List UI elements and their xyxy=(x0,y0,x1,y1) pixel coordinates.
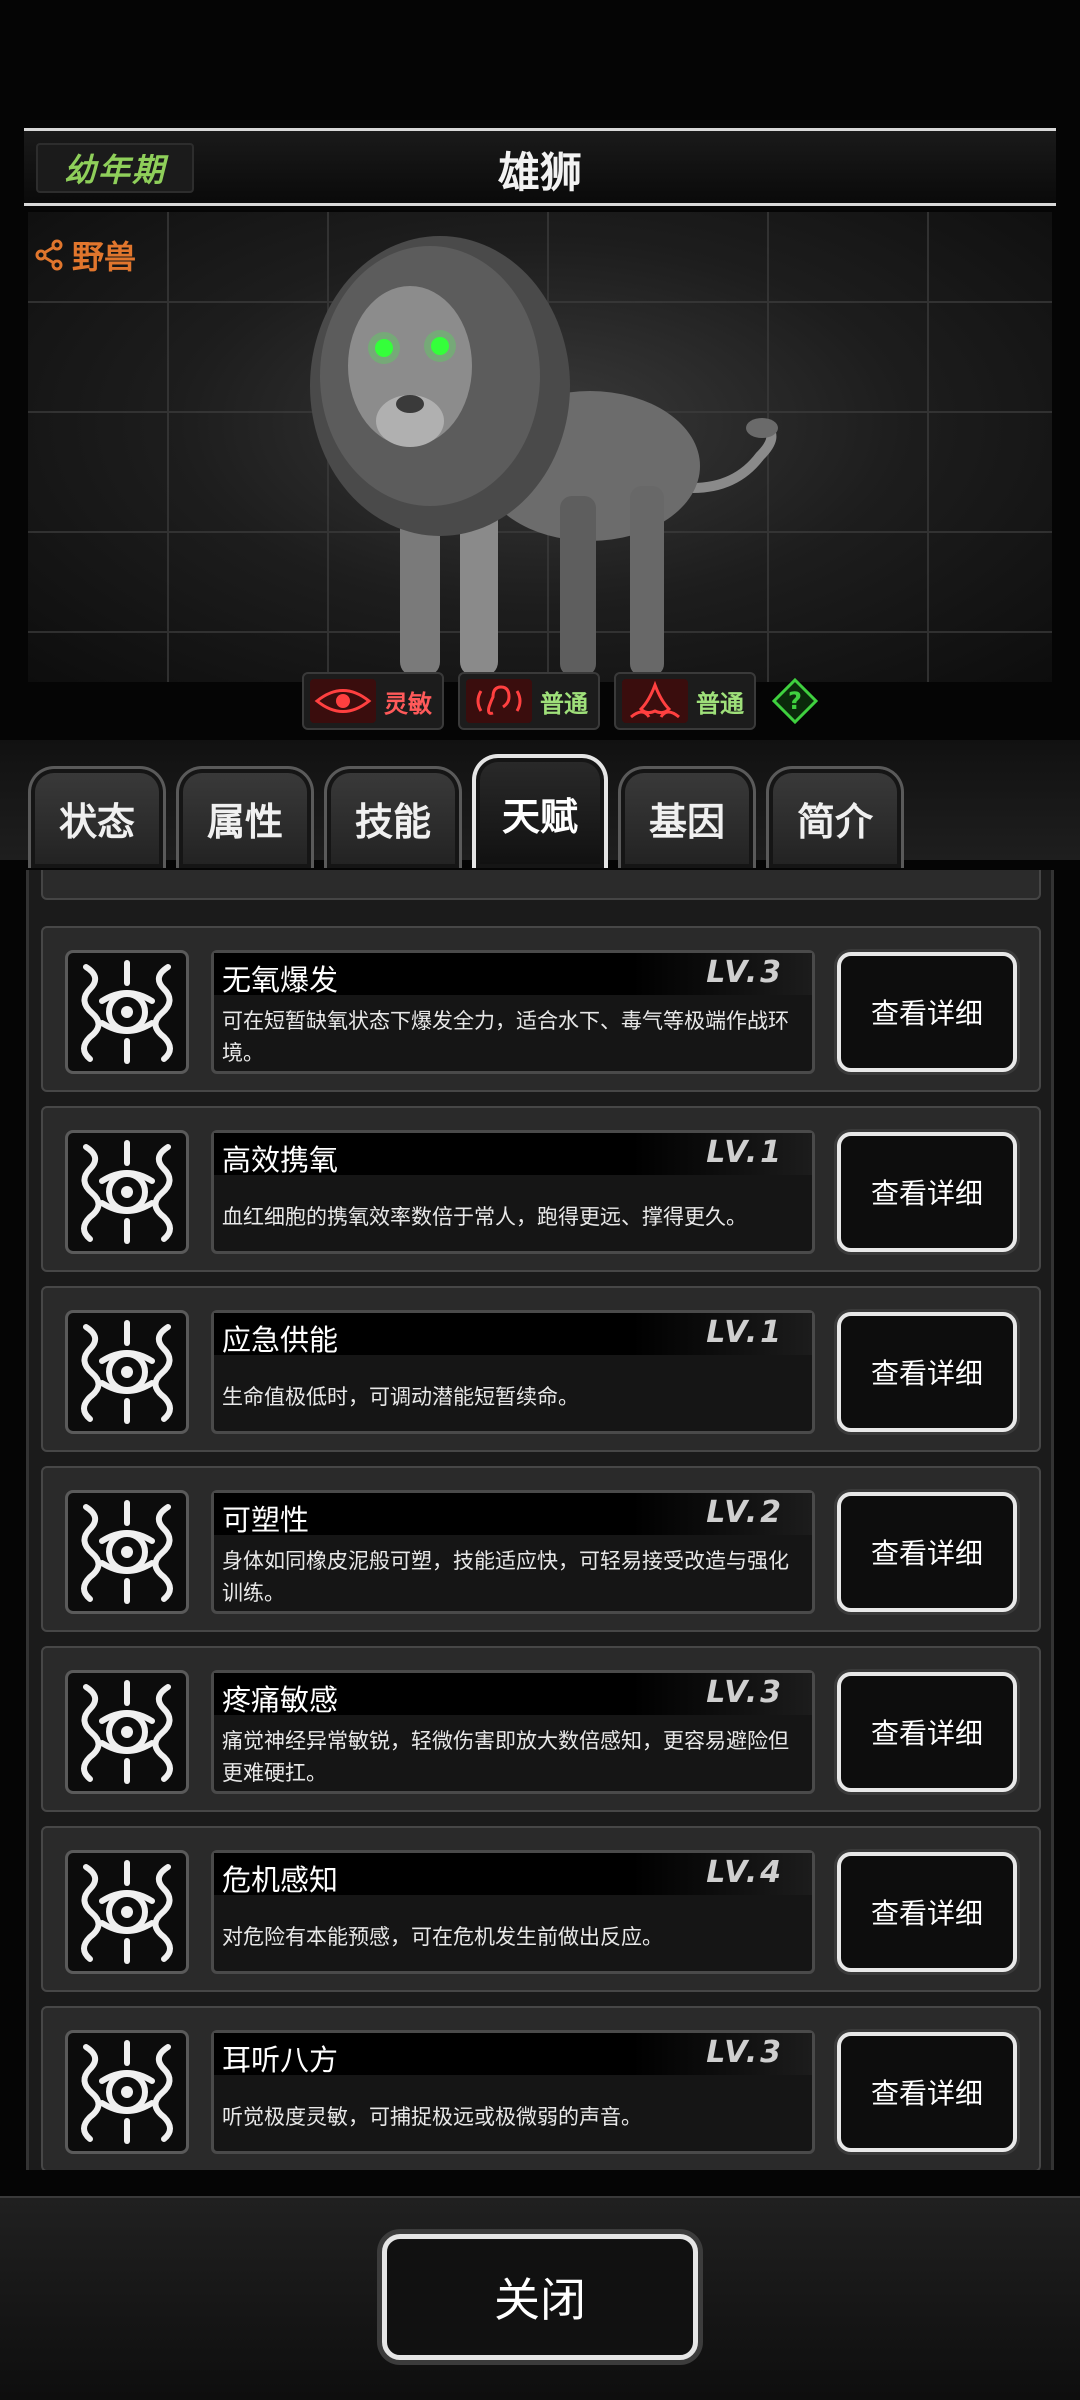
talent-name: 无氧爆发 xyxy=(222,963,339,997)
share-icon xyxy=(35,239,63,271)
talent-emblem-icon xyxy=(65,1490,189,1614)
talent-description: 身体如同橡皮泥般可塑，技能适应快，可轻易接受改造与强化训练。 xyxy=(222,1549,789,1605)
talent-card: 危机感知 LV.4 对危险有本能预感，可在危机发生前做出反应。 查看详细 xyxy=(41,1826,1041,1992)
tab-status[interactable]: 状态 xyxy=(28,766,166,868)
hearing-level: 普通 xyxy=(540,689,588,718)
close-button[interactable]: 关闭 xyxy=(382,2234,698,2360)
lion-illustration xyxy=(310,236,778,676)
talent-name: 应急供能 xyxy=(222,1323,339,1357)
talent-emblem-icon xyxy=(65,1130,189,1254)
view-details-button[interactable]: 查看详细 xyxy=(837,1672,1017,1792)
talent-level: LV.4 xyxy=(706,1855,784,1890)
category-label: 野兽 xyxy=(72,238,137,276)
smell-level: 普通 xyxy=(696,689,744,718)
talent-info: 危机感知 LV.4 对危险有本能预感，可在危机发生前做出反应。 xyxy=(211,1850,815,1974)
talent-emblem-icon xyxy=(65,1310,189,1434)
talent-name: 危机感知 xyxy=(222,1863,339,1897)
talent-header: 无氧爆发 LV.3 xyxy=(214,953,812,997)
talent-info: 可塑性 LV.2 身体如同橡皮泥般可塑，技能适应快，可轻易接受改造与强化训练。 xyxy=(211,1490,815,1614)
talent-header: 疼痛敏感 LV.3 xyxy=(214,1673,812,1717)
talent-info: 无氧爆发 LV.3 可在短暂缺氧状态下爆发全力，适合水下、毒气等极端作战环境。 xyxy=(211,950,815,1074)
talent-card: 可塑性 LV.2 身体如同橡皮泥般可塑，技能适应快，可轻易接受改造与强化训练。 … xyxy=(41,1466,1041,1632)
talent-description: 痛觉神经异常敏锐，轻微伤害即放大数倍感知，更容易避险但更难硬扛。 xyxy=(222,1729,789,1785)
nose-icon xyxy=(622,679,688,723)
view-details-button[interactable]: 查看详细 xyxy=(837,1312,1017,1432)
talent-level: LV.3 xyxy=(706,955,784,990)
talent-name: 可塑性 xyxy=(222,1503,310,1537)
talent-header: 高效携氧 LV.1 xyxy=(214,1133,812,1177)
talent-emblem-icon xyxy=(65,1670,189,1794)
talent-description: 听觉极度灵敏，可捕捉极远或极微弱的声音。 xyxy=(222,2105,642,2129)
talent-list[interactable]: 无氧爆发 LV.3 可在短暂缺氧状态下爆发全力，适合水下、毒气等极端作战环境。 … xyxy=(26,870,1054,2170)
title-bar: 幼年期 雄狮 xyxy=(24,128,1056,206)
view-details-button[interactable]: 查看详细 xyxy=(837,1492,1017,1612)
view-details-button[interactable]: 查看详细 xyxy=(837,1132,1017,1252)
talent-card: 无氧爆发 LV.3 可在短暂缺氧状态下爆发全力，适合水下、毒气等极端作战环境。 … xyxy=(41,926,1041,1092)
view-details-button[interactable]: 查看详细 xyxy=(837,952,1017,1072)
sense-badge-smell: 普通 xyxy=(614,672,756,730)
talent-emblem-icon xyxy=(65,1850,189,1974)
talent-card-partial xyxy=(41,870,1041,900)
category-link[interactable]: 野兽 xyxy=(34,232,136,278)
talent-header: 可塑性 LV.2 xyxy=(214,1493,812,1537)
talent-name: 耳听八方 xyxy=(222,2043,339,2077)
creature-detail-screen: 幼年期 雄狮 野兽 灵敏 普通 普通 ? 状态 属性 技能 天赋 基因 简介 无… xyxy=(0,0,1080,2400)
creature-name: 雄狮 xyxy=(497,148,582,197)
tab-skills[interactable]: 技能 xyxy=(324,766,462,868)
talent-name: 高效携氧 xyxy=(222,1143,339,1177)
tab-attributes[interactable]: 属性 xyxy=(176,766,314,868)
talent-header: 耳听八方 LV.3 xyxy=(214,2033,812,2077)
sense-badges: 灵敏 普通 普通 ? xyxy=(302,672,820,730)
talent-emblem-icon xyxy=(65,950,189,1074)
talent-description: 可在短暂缺氧状态下爆发全力，适合水下、毒气等极端作战环境。 xyxy=(222,1009,789,1065)
footer-bar: 关闭 xyxy=(0,2196,1080,2400)
talent-card: 疼痛敏感 LV.3 痛觉神经异常敏锐，轻微伤害即放大数倍感知，更容易避险但更难硬… xyxy=(41,1646,1041,1812)
question-icon: ? xyxy=(772,678,818,724)
talent-card: 高效携氧 LV.1 血红细胞的携氧效率数倍于常人，跑得更远、撑得更久。 查看详细 xyxy=(41,1106,1041,1272)
tab-intro[interactable]: 简介 xyxy=(766,766,904,868)
ear-icon xyxy=(466,679,532,723)
talent-level: LV.2 xyxy=(706,1495,784,1530)
svg-text:?: ? xyxy=(788,687,802,715)
sense-badge-vision: 灵敏 xyxy=(302,672,444,730)
vision-level: 灵敏 xyxy=(384,689,432,718)
tab-genes[interactable]: 基因 xyxy=(618,766,756,868)
sense-badge-hearing: 普通 xyxy=(458,672,600,730)
talent-info: 高效携氧 LV.1 血红细胞的携氧效率数倍于常人，跑得更远、撑得更久。 xyxy=(211,1130,815,1254)
tab-bar: 状态 属性 技能 天赋 基因 简介 xyxy=(28,754,904,868)
talent-level: LV.1 xyxy=(706,1135,784,1170)
help-button[interactable]: ? xyxy=(770,676,820,726)
talent-card: 应急供能 LV.1 生命值极低时，可调动潜能短暂续命。 查看详细 xyxy=(41,1286,1041,1452)
talent-emblem-icon xyxy=(65,2030,189,2154)
talent-description: 血红细胞的携氧效率数倍于常人，跑得更远、撑得更久。 xyxy=(222,1205,747,1229)
view-details-button[interactable]: 查看详细 xyxy=(837,1852,1017,1972)
view-details-button[interactable]: 查看详细 xyxy=(837,2032,1017,2152)
talent-info: 耳听八方 LV.3 听觉极度灵敏，可捕捉极远或极微弱的声音。 xyxy=(211,2030,815,2154)
talent-description: 对危险有本能预感，可在危机发生前做出反应。 xyxy=(222,1925,663,1949)
talent-name: 疼痛敏感 xyxy=(222,1683,339,1717)
talent-description: 生命值极低时，可调动潜能短暂续命。 xyxy=(222,1385,579,1409)
talent-info: 疼痛敏感 LV.3 痛觉神经异常敏锐，轻微伤害即放大数倍感知，更容易避险但更难硬… xyxy=(211,1670,815,1794)
talent-level: LV.3 xyxy=(706,2035,784,2070)
talent-level: LV.1 xyxy=(706,1315,784,1350)
talent-card: 耳听八方 LV.3 听觉极度灵敏，可捕捉极远或极微弱的声音。 查看详细 xyxy=(41,2006,1041,2170)
tab-talents[interactable]: 天赋 xyxy=(472,754,608,868)
talent-header: 应急供能 LV.1 xyxy=(214,1313,812,1357)
talent-info: 应急供能 LV.1 生命值极低时，可调动潜能短暂续命。 xyxy=(211,1310,815,1434)
eye-icon xyxy=(310,679,376,723)
talent-header: 危机感知 LV.4 xyxy=(214,1853,812,1897)
talent-level: LV.3 xyxy=(706,1675,784,1710)
